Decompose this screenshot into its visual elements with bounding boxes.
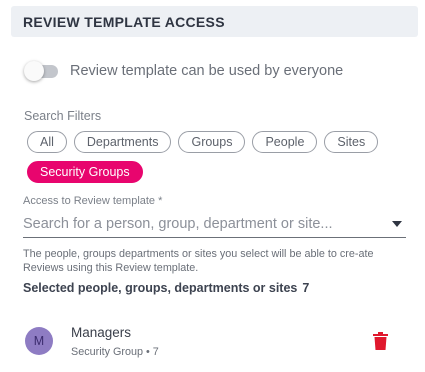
- section-header: REVIEW TEMPLATE ACCESS: [11, 6, 418, 37]
- filter-chip-departments[interactable]: Departments: [73, 131, 172, 153]
- filter-chips: All Departments Groups People Sites Secu…: [27, 131, 407, 191]
- toggle-knob: [24, 61, 44, 81]
- caret-down-icon[interactable]: [388, 214, 406, 234]
- selected-count: 7: [302, 281, 310, 295]
- selected-heading-label: Selected people, groups, departments or …: [23, 281, 298, 295]
- section-title: REVIEW TEMPLATE ACCESS: [23, 13, 225, 30]
- access-search-input[interactable]: [23, 210, 388, 237]
- everyone-toggle-label[interactable]: Review template can be used by everyone: [70, 63, 343, 79]
- selected-item-name: Managers: [71, 325, 132, 340]
- access-help-text: The people, groups departments or sites …: [23, 248, 374, 274]
- trash-icon[interactable]: [371, 330, 389, 352]
- search-filters-label: Search Filters: [24, 109, 102, 123]
- access-search-field: [23, 210, 406, 238]
- filter-chip-security-groups[interactable]: Security Groups: [27, 161, 143, 183]
- filter-chip-all[interactable]: All: [27, 131, 67, 153]
- selected-item-meta: Security Group • 7: [71, 346, 159, 358]
- access-field-label: Access to Review template *: [23, 195, 163, 207]
- filter-chip-sites[interactable]: Sites: [324, 131, 379, 153]
- avatar: M: [25, 327, 53, 355]
- selected-item-managers: M Managers Security Group • 7: [25, 322, 405, 362]
- filter-chip-people[interactable]: People: [252, 131, 318, 153]
- filter-chip-groups[interactable]: Groups: [178, 131, 246, 153]
- selected-heading: Selected people, groups, departments or …: [23, 281, 309, 295]
- everyone-toggle-row: Review template can be used by everyone: [24, 60, 343, 82]
- everyone-toggle-switch[interactable]: [24, 60, 60, 82]
